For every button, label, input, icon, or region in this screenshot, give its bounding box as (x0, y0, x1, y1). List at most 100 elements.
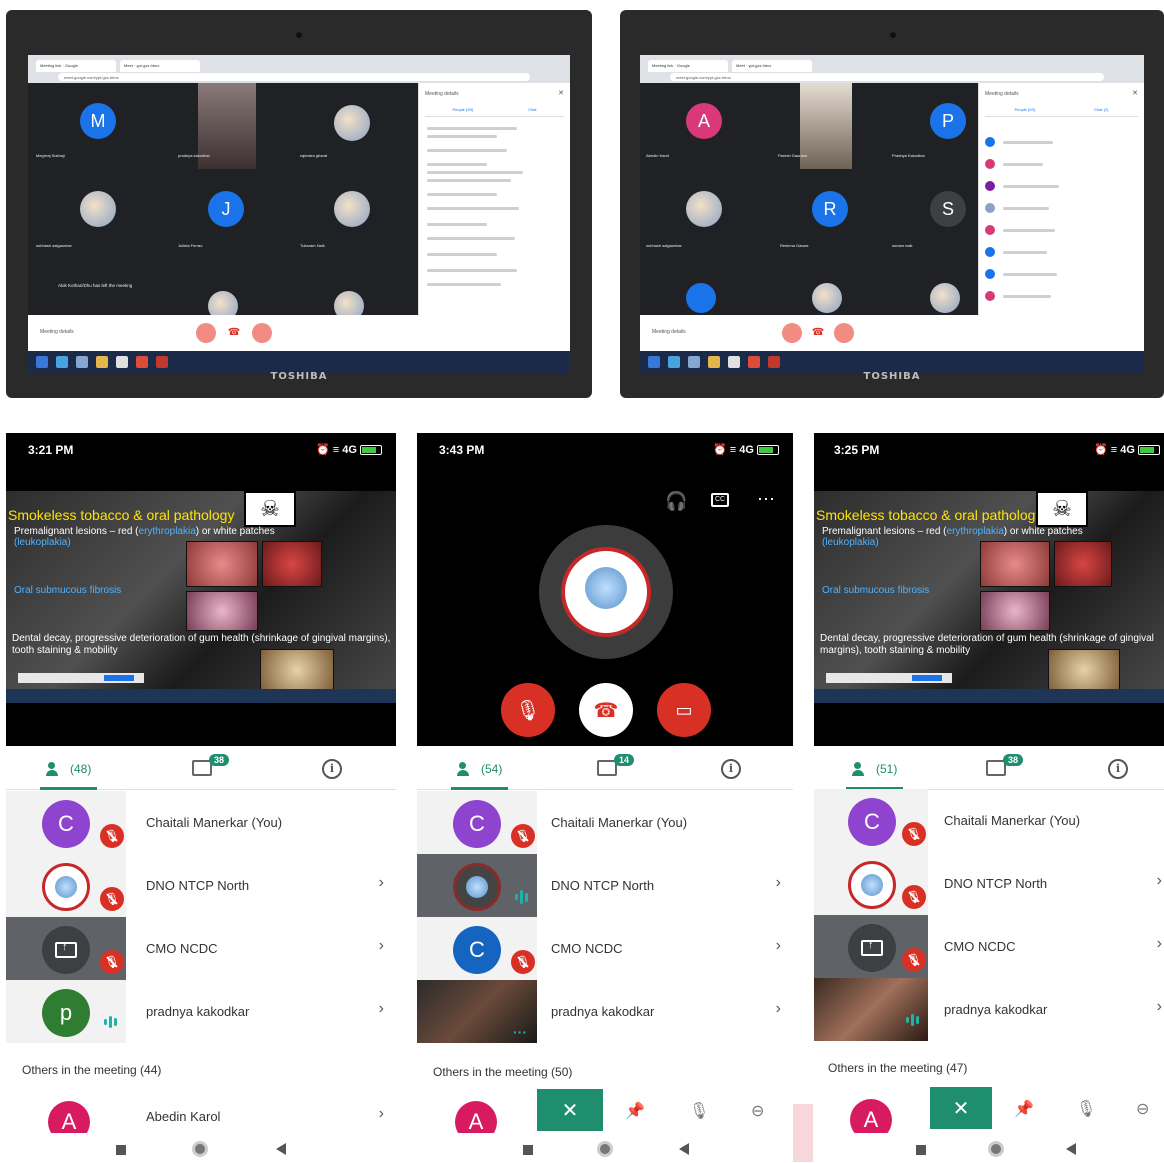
laptop-brand: TOSHIBA (270, 371, 328, 382)
ie-icon[interactable] (668, 356, 680, 368)
close-icon[interactable]: ✕ (558, 89, 564, 97)
chevron-right-icon[interactable]: › (379, 1105, 384, 1123)
hangup-button[interactable]: ☎ (808, 323, 828, 343)
mic-button[interactable] (196, 323, 216, 343)
start-icon[interactable] (648, 356, 660, 368)
hangup-button[interactable]: ☎ (579, 683, 633, 737)
camera-button[interactable] (252, 323, 272, 343)
back-button[interactable] (276, 1143, 286, 1155)
meeting-details-button[interactable]: Meeting details (40, 329, 74, 335)
windows-taskbar (28, 351, 570, 373)
avatar (686, 283, 716, 313)
chrome-icon[interactable] (748, 356, 760, 368)
app-icon[interactable] (76, 356, 88, 368)
recents-button[interactable] (116, 1145, 126, 1155)
participant-row[interactable]: C 🎙 CMO NCDC › (417, 917, 793, 980)
info-icon[interactable]: i (322, 759, 342, 779)
close-icon[interactable]: ✕ (537, 1089, 603, 1131)
chevron-right-icon[interactable]: › (776, 874, 781, 892)
camera-off-button[interactable]: ▭ (657, 683, 711, 737)
mic-off-button[interactable]: 🎙 (501, 683, 555, 737)
close-icon[interactable]: ✕ (1132, 89, 1138, 97)
url-bar[interactable]: meet.google.com/ypt-gzz-htmx (670, 73, 1104, 81)
remove-icon[interactable]: ⊖ (751, 1101, 764, 1121)
collage: Meeting link · Google Meet · ypt-gzz-htm… (0, 0, 1164, 1163)
folder-icon[interactable] (96, 356, 108, 368)
tab-people[interactable]: People (53) (1014, 107, 1035, 116)
folder-icon[interactable] (708, 356, 720, 368)
mute-participant-icon[interactable]: 🎙 (1076, 1099, 1096, 1119)
browser-tab[interactable]: Meet · ypt-gzz-htmx (732, 60, 812, 72)
mic-button[interactable] (782, 323, 802, 343)
browser-tab[interactable]: Meet · ypt-gzz-htmx (120, 60, 200, 72)
participant-row[interactable]: pradnya kakodkar › (814, 978, 1164, 1041)
participant-row[interactable]: C 🎙 Chaitali Manerkar (You) (6, 791, 396, 854)
participant-row[interactable]: 🎙 CMO NCDC › (6, 917, 396, 980)
recents-button[interactable] (523, 1145, 533, 1155)
others-heading: Others in the meeting (44) (22, 1063, 162, 1077)
chevron-right-icon[interactable]: › (1157, 935, 1162, 953)
participant-row[interactable]: C 🎙 Chaitali Manerkar (You) (417, 791, 793, 854)
app-icon[interactable] (728, 356, 740, 368)
start-icon[interactable] (36, 356, 48, 368)
remove-icon[interactable]: ⊖ (1136, 1099, 1149, 1119)
back-button[interactable] (1066, 1143, 1076, 1155)
more-icon[interactable]: ⋯ (757, 491, 775, 510)
others-heading: Others in the meeting (47) (828, 1061, 968, 1075)
home-button[interactable] (192, 1141, 208, 1157)
recents-button[interactable] (916, 1145, 926, 1155)
info-icon[interactable]: i (721, 759, 741, 779)
home-button[interactable] (597, 1141, 613, 1157)
hangup-button[interactable]: ☎ (224, 323, 244, 343)
info-icon[interactable]: i (1108, 759, 1128, 779)
home-button[interactable] (988, 1141, 1004, 1157)
app-icon[interactable] (116, 356, 128, 368)
chevron-right-icon[interactable]: › (1157, 872, 1162, 890)
tab-chat[interactable]: Chat (2) (1094, 107, 1108, 116)
back-button[interactable] (679, 1143, 689, 1155)
avatar (686, 191, 722, 227)
participant-row[interactable]: ··· pradnya kakodkar › (417, 980, 793, 1043)
pin-icon[interactable]: 📌 (1014, 1099, 1034, 1119)
participant-row[interactable]: A Abedin Karol › (6, 1095, 396, 1135)
chevron-right-icon[interactable]: › (776, 1000, 781, 1018)
chrome-icon[interactable] (136, 356, 148, 368)
participant-row[interactable]: 🎙 DNO NTCP North › (814, 852, 1164, 915)
people-count: (54) (481, 762, 503, 776)
headphones-icon[interactable]: 🎧 (665, 491, 687, 512)
camera-button[interactable] (834, 323, 854, 343)
chevron-right-icon[interactable]: › (379, 874, 384, 892)
participant-row[interactable]: 🎙 CMO NCDC › (814, 915, 1164, 978)
tab-chat[interactable]: Chat (528, 107, 536, 116)
participant-row[interactable]: DNO NTCP North › (417, 854, 793, 917)
app-icon[interactable] (768, 356, 780, 368)
participant-row[interactable]: 🎙 DNO NTCP North › (6, 854, 396, 917)
captions-icon[interactable]: CC (711, 493, 729, 507)
avatar: C (453, 800, 501, 848)
tab-people[interactable]: People (53) (452, 107, 473, 116)
browser-tab[interactable]: Meeting link · Google (36, 60, 116, 72)
pin-icon[interactable]: 📌 (625, 1101, 645, 1121)
tab-people[interactable]: (54) (450, 758, 509, 790)
browser-tab[interactable]: Meeting link · Google (648, 60, 728, 72)
app-icon[interactable] (156, 356, 168, 368)
ie-icon[interactable] (56, 356, 68, 368)
webcam-dot (890, 32, 896, 38)
chevron-right-icon[interactable]: › (379, 937, 384, 955)
participant-name: Chaitali Manerkar (You) (146, 815, 283, 830)
url-bar[interactable]: meet.google.com/ypt-gzz-htmx (58, 73, 530, 81)
phone-1: 3:21 PM ⏰ ≡ 4G Smokeless tobacco & oral … (6, 433, 396, 1163)
avatar: J (208, 191, 244, 227)
close-icon[interactable]: ✕ (930, 1087, 992, 1129)
chevron-right-icon[interactable]: › (776, 937, 781, 955)
meeting-details-button[interactable]: Meeting details (652, 329, 686, 335)
chevron-right-icon[interactable]: › (379, 1000, 384, 1018)
mute-participant-icon[interactable]: 🎙 (689, 1101, 709, 1121)
app-icon[interactable] (688, 356, 700, 368)
tab-people[interactable]: (48) (39, 758, 98, 790)
chevron-right-icon[interactable]: › (1157, 998, 1162, 1016)
participant-row[interactable]: p pradnya kakodkar › (6, 980, 396, 1043)
avatar: R (812, 191, 848, 227)
participant-row[interactable]: C 🎙 Chaitali Manerkar (You) (814, 789, 1164, 852)
tab-people[interactable]: (51) (845, 758, 904, 790)
